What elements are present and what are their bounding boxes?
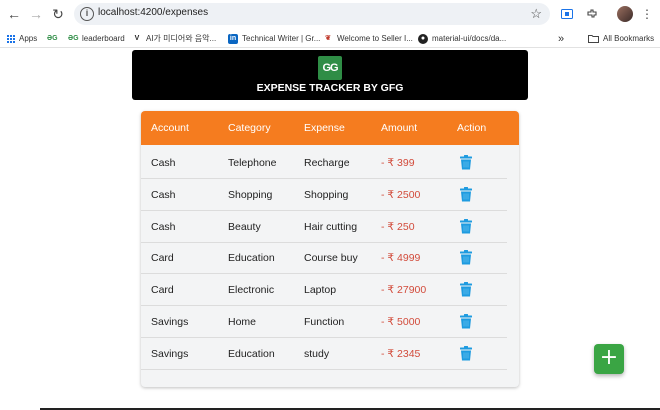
- bookmark-apps[interactable]: Apps: [7, 32, 37, 45]
- bookmark-linkedin[interactable]: in Technical Writer | Gr...: [228, 32, 320, 45]
- delete-trash-icon[interactable]: [460, 250, 472, 265]
- site-info-icon[interactable]: i: [80, 7, 94, 21]
- cell-expense: Function: [304, 316, 345, 328]
- table-row: Savings Education study - ₹ 2345: [141, 338, 519, 370]
- bookmark-gfg[interactable]: ƏG: [47, 32, 61, 45]
- column-action: Action: [457, 122, 487, 134]
- cell-amount: - ₹ 5000: [381, 316, 421, 328]
- delete-trash-icon[interactable]: [460, 218, 472, 234]
- url-text[interactable]: localhost:4200/expenses: [98, 7, 208, 18]
- bookmarks-bar: Apps ƏG ƏG leaderboard V AI가 미디어와 음악... …: [0, 28, 660, 48]
- all-bookmarks-button[interactable]: All Bookmarks: [588, 32, 654, 45]
- all-bookmarks-label: All Bookmarks: [603, 34, 655, 43]
- cell-account: Cash: [151, 157, 176, 169]
- browser-toolbar: ← → ↻ i localhost:4200/expenses ☆ ⋮: [0, 0, 660, 28]
- bookmark-label: material-ui/docs/da...: [432, 34, 507, 43]
- cell-account: Savings: [151, 316, 189, 328]
- reload-icon[interactable]: ↻: [48, 4, 68, 24]
- expense-table: Account Category Expense Amount Action C…: [141, 111, 519, 387]
- gfg-logo: GG: [318, 56, 342, 80]
- menu-kebab-icon[interactable]: ⋮: [638, 5, 656, 23]
- table-row: Cash Beauty Hair cutting - ₹ 250: [141, 211, 519, 243]
- delete-trash-icon[interactable]: [460, 186, 472, 202]
- cell-account: Card: [151, 252, 174, 265]
- delete-trash-icon[interactable]: [460, 155, 472, 170]
- table-row: Cash Telephone Recharge - ₹ 399: [141, 147, 519, 179]
- table-row: Card Education Course buy - ₹ 4999: [141, 242, 519, 275]
- add-expense-button[interactable]: +: [594, 344, 624, 374]
- bookmark-label: AI가 미디어와 음악...: [146, 34, 217, 43]
- cell-category: Telephone: [228, 157, 277, 169]
- cell-category: Education: [228, 347, 275, 360]
- extensions-icon[interactable]: [583, 5, 601, 23]
- cell-category: Shopping: [228, 188, 273, 201]
- bookmark-label: leaderboard: [82, 34, 125, 43]
- app-header: GG EXPENSE TRACKER BY GFG: [132, 50, 528, 100]
- profile-avatar[interactable]: [617, 6, 633, 22]
- page-title: EXPENSE TRACKER BY GFG: [256, 82, 404, 94]
- github-icon: ●: [418, 33, 428, 44]
- bookmark-star-icon[interactable]: ☆: [530, 6, 542, 22]
- cell-account: Cash: [151, 188, 176, 201]
- cell-amount: - ₹ 399: [381, 157, 415, 169]
- seller-icon: ❦: [325, 34, 331, 42]
- bookmark-label: Welcome to Seller I...: [337, 34, 413, 43]
- cell-category: Electronic: [228, 284, 275, 297]
- cell-amount: - ₹ 2500: [381, 188, 421, 201]
- cell-expense: Hair cutting: [304, 220, 358, 233]
- gfg-icon: ƏG: [47, 34, 58, 42]
- bookmark-label: Technical Writer | Gr...: [242, 34, 321, 43]
- cell-amount: - ₹ 27900: [381, 284, 427, 297]
- cell-expense: Laptop: [304, 284, 337, 297]
- folder-icon: [588, 35, 599, 43]
- cell-amount: - ₹ 250: [381, 220, 415, 233]
- table-row: Cash Shopping Shopping - ₹ 2500: [141, 179, 519, 211]
- column-expense: Expense: [304, 122, 345, 134]
- bookmark-vrew[interactable]: V AI가 미디어와 음악...: [132, 32, 217, 45]
- delete-trash-icon[interactable]: [460, 282, 472, 297]
- cell-category: Education: [228, 252, 275, 265]
- address-bar[interactable]: i localhost:4200/expenses ☆: [74, 3, 550, 25]
- cell-expense: Shopping: [304, 188, 349, 201]
- row-divider: [141, 368, 507, 370]
- bookmark-label: Apps: [19, 34, 38, 43]
- cell-category: Home: [228, 316, 257, 328]
- screen-cast-icon[interactable]: [558, 5, 576, 23]
- bookmark-leaderboard[interactable]: ƏG leaderboard: [68, 32, 125, 45]
- delete-trash-icon[interactable]: [460, 345, 472, 361]
- table-row: Card Electronic Laptop - ₹ 27900: [141, 274, 519, 307]
- table-header: Account Category Expense Amount Action: [141, 111, 519, 145]
- cell-expense: study: [304, 347, 330, 360]
- apps-grid-icon: [7, 34, 15, 43]
- cell-account: Cash: [151, 220, 176, 233]
- gfg-icon: ƏG: [68, 34, 79, 42]
- cell-expense: Recharge: [304, 157, 350, 169]
- bookmark-github[interactable]: ● material-ui/docs/da...: [418, 32, 506, 45]
- delete-trash-icon[interactable]: [460, 314, 472, 329]
- bookmark-seller[interactable]: ❦ Welcome to Seller I...: [323, 32, 413, 45]
- column-amount: Amount: [381, 122, 418, 134]
- forward-icon[interactable]: →: [26, 4, 46, 24]
- linkedin-icon: in: [228, 33, 238, 44]
- column-category: Category: [228, 122, 271, 134]
- column-account: Account: [151, 122, 189, 134]
- bookmarks-overflow-button[interactable]: »: [558, 32, 564, 45]
- back-icon[interactable]: ←: [4, 4, 24, 24]
- cell-amount: - ₹ 4999: [381, 252, 421, 265]
- vrew-icon: V: [134, 34, 140, 42]
- cell-category: Beauty: [228, 220, 261, 233]
- cell-account: Savings: [151, 347, 189, 360]
- cell-expense: Course buy: [304, 252, 358, 265]
- table-row: Savings Home Function - ₹ 5000: [141, 306, 519, 338]
- cell-amount: - ₹ 2345: [381, 347, 421, 360]
- cell-account: Card: [151, 284, 174, 297]
